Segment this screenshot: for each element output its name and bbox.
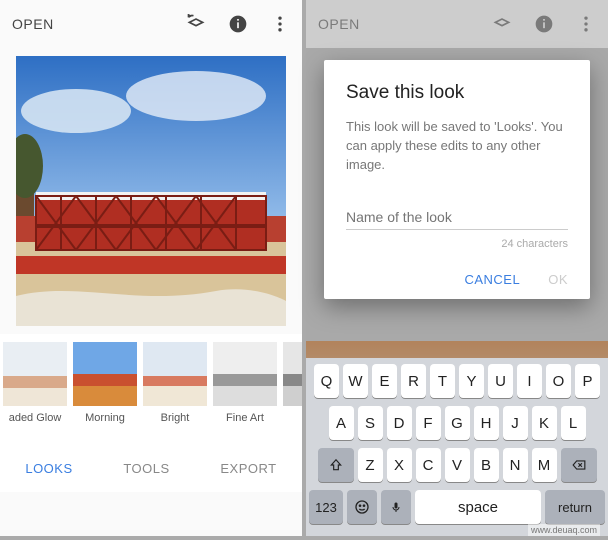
- bottom-tabs: LOOKS TOOLS EXPORT: [0, 444, 302, 492]
- space-key[interactable]: space: [415, 490, 541, 524]
- look-thumb: [73, 342, 137, 406]
- look-label: aded Glow: [2, 412, 68, 424]
- key-p[interactable]: P: [575, 364, 600, 398]
- key-a[interactable]: A: [329, 406, 354, 440]
- looks-strip[interactable]: aded Glow Morning Bright Fine Art Push: [0, 334, 302, 444]
- look-item[interactable]: aded Glow: [2, 342, 68, 424]
- key-r[interactable]: R: [401, 364, 426, 398]
- key-i[interactable]: I: [517, 364, 542, 398]
- look-item[interactable]: Push: [282, 342, 302, 424]
- key-n[interactable]: N: [503, 448, 528, 482]
- main-photo: [16, 56, 286, 326]
- look-label: Push: [282, 412, 302, 424]
- overflow-menu-icon[interactable]: [270, 14, 290, 34]
- key-e[interactable]: E: [372, 364, 397, 398]
- look-label: Fine Art: [212, 412, 278, 424]
- dialog-title: Save this look: [346, 82, 568, 104]
- key-h[interactable]: H: [474, 406, 499, 440]
- key-t[interactable]: T: [430, 364, 455, 398]
- emoji-key[interactable]: [347, 490, 377, 524]
- keyboard: QWERTYUIOP ASDFGHJKL ZXCVBNM 123 space r…: [306, 358, 608, 536]
- key-m[interactable]: M: [532, 448, 557, 482]
- key-o[interactable]: O: [546, 364, 571, 398]
- tab-export[interactable]: EXPORT: [220, 461, 276, 476]
- key-g[interactable]: G: [445, 406, 470, 440]
- top-bar: OPEN: [0, 0, 302, 48]
- backspace-key[interactable]: [561, 448, 597, 482]
- save-look-dialog: Save this look This look will be saved t…: [324, 60, 590, 299]
- key-x[interactable]: X: [387, 448, 412, 482]
- key-j[interactable]: J: [503, 406, 528, 440]
- return-key[interactable]: return: [545, 490, 605, 524]
- look-label: Morning: [72, 412, 138, 424]
- shift-key[interactable]: [318, 448, 354, 482]
- key-w[interactable]: W: [343, 364, 368, 398]
- tab-tools[interactable]: TOOLS: [123, 461, 169, 476]
- dictation-key[interactable]: [381, 490, 411, 524]
- cancel-button[interactable]: CANCEL: [464, 272, 520, 287]
- key-l[interactable]: L: [561, 406, 586, 440]
- key-y[interactable]: Y: [459, 364, 484, 398]
- key-q[interactable]: Q: [314, 364, 339, 398]
- key-z[interactable]: Z: [358, 448, 383, 482]
- key-u[interactable]: U: [488, 364, 513, 398]
- look-thumb: [3, 342, 67, 406]
- key-k[interactable]: K: [532, 406, 557, 440]
- open-button[interactable]: OPEN: [12, 16, 54, 32]
- key-v[interactable]: V: [445, 448, 470, 482]
- look-item[interactable]: Bright: [142, 342, 208, 424]
- numbers-key[interactable]: 123: [309, 490, 343, 524]
- dialog-body: This look will be saved to 'Looks'. You …: [346, 118, 568, 175]
- watermark: www.deuaq.com: [528, 524, 600, 536]
- info-icon[interactable]: [228, 14, 248, 34]
- top-icons: [186, 14, 290, 34]
- key-b[interactable]: B: [474, 448, 499, 482]
- char-counter: 24 characters: [346, 238, 568, 250]
- tab-looks[interactable]: LOOKS: [25, 461, 72, 476]
- look-label: Bright: [142, 412, 208, 424]
- look-name-input[interactable]: [346, 205, 568, 230]
- look-thumb: [283, 342, 302, 406]
- save-look-screen: OP E N Save this look This look will be sa…: [306, 0, 608, 536]
- dialog-buttons: CANCEL OK: [346, 272, 568, 287]
- look-item[interactable]: Morning: [72, 342, 138, 424]
- key-c[interactable]: C: [416, 448, 441, 482]
- key-f[interactable]: F: [416, 406, 441, 440]
- key-d[interactable]: D: [387, 406, 412, 440]
- editor-screen: OPEN: [0, 0, 302, 536]
- ok-button[interactable]: OK: [548, 272, 568, 287]
- look-item[interactable]: Fine Art: [212, 342, 278, 424]
- layers-undo-icon[interactable]: [186, 14, 206, 34]
- look-thumb: [213, 342, 277, 406]
- key-s[interactable]: S: [358, 406, 383, 440]
- image-canvas[interactable]: [0, 48, 302, 334]
- look-thumb: [143, 342, 207, 406]
